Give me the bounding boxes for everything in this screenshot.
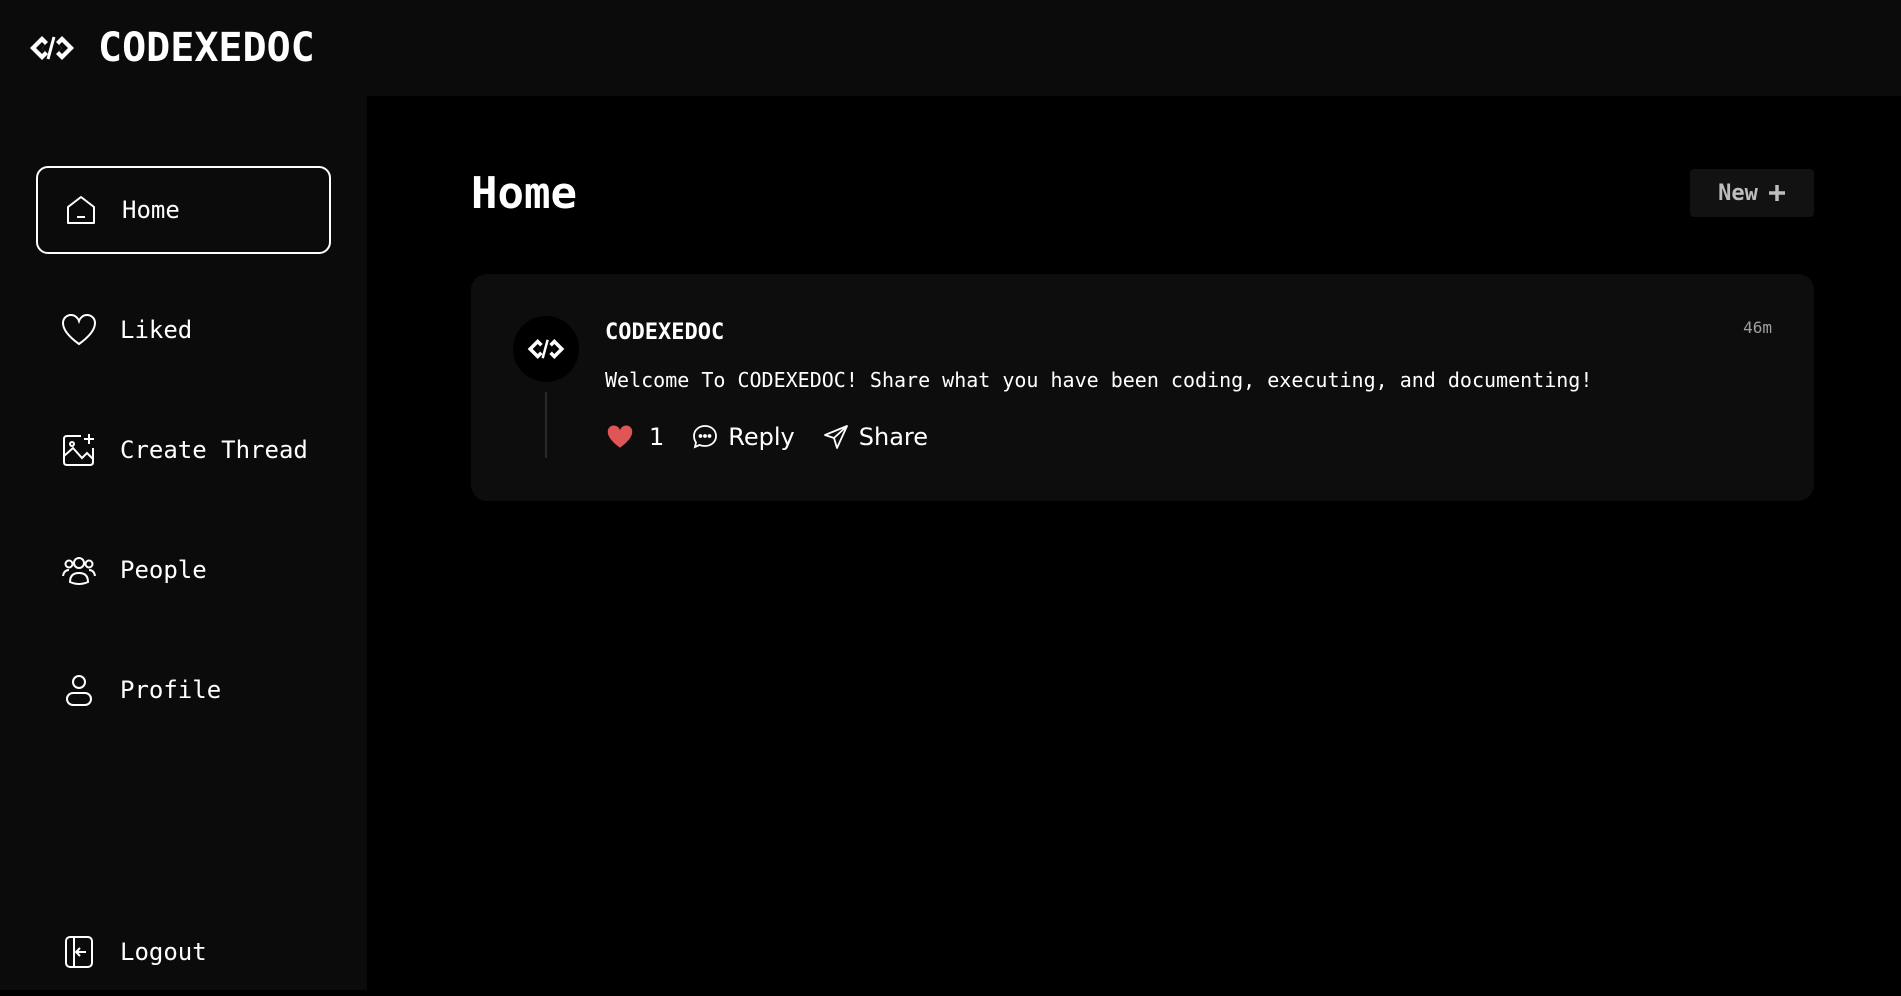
thread-line <box>545 392 547 458</box>
plus-icon <box>1768 179 1786 207</box>
share-button[interactable]: Share <box>821 422 928 452</box>
people-icon <box>60 551 98 589</box>
thread-content: Welcome To CODEXEDOC! Share what you hav… <box>605 368 1593 392</box>
sidebar-item-label: Home <box>122 196 180 224</box>
sidebar-item-create-thread[interactable]: Create Thread <box>36 406 331 494</box>
reply-button[interactable]: Reply <box>690 422 795 452</box>
main-content: Home New CODEXEDOC 46m Welcome To CODEXE… <box>367 96 1901 990</box>
sidebar-item-home[interactable]: Home <box>36 166 331 254</box>
like-count: 1 <box>649 423 665 451</box>
thread-actions: 1 Reply Share <box>605 422 928 452</box>
thread-author[interactable]: CODEXEDOC <box>605 320 724 345</box>
sidebar-item-label: Create Thread <box>120 436 308 464</box>
reply-label: Reply <box>728 423 795 451</box>
share-label: Share <box>858 423 929 451</box>
logo-icon[interactable] <box>26 30 78 66</box>
sidebar-item-profile[interactable]: Profile <box>36 646 331 734</box>
chat-bubble-icon <box>690 422 720 452</box>
image-plus-icon <box>60 431 98 469</box>
sidebar-item-label: Liked <box>120 316 193 344</box>
user-icon <box>60 671 98 709</box>
home-icon <box>62 191 100 229</box>
sidebar: Home Liked Create Thread People Profile … <box>0 96 367 990</box>
sidebar-item-liked[interactable]: Liked <box>36 286 331 374</box>
logout-icon <box>60 933 98 971</box>
top-bar: CODEXEDOC <box>0 0 1901 96</box>
send-icon <box>821 422 851 452</box>
brand-name[interactable]: CODEXEDOC <box>98 25 315 71</box>
logout-button[interactable]: Logout <box>36 908 331 996</box>
page-title: Home <box>471 168 577 219</box>
avatar[interactable] <box>513 316 579 382</box>
sidebar-item-people[interactable]: People <box>36 526 331 614</box>
logout-label: Logout <box>120 938 207 966</box>
like-button[interactable]: 1 <box>605 422 690 452</box>
sidebar-item-label: People <box>120 556 207 584</box>
heart-filled-icon <box>605 422 635 452</box>
new-button-label: New <box>1718 180 1758 206</box>
new-thread-button[interactable]: New <box>1690 169 1814 217</box>
sidebar-item-label: Profile <box>120 676 222 704</box>
thread-time: 46m <box>1743 318 1772 337</box>
thread-card[interactable]: CODEXEDOC 46m Welcome To CODEXEDOC! Shar… <box>471 274 1814 501</box>
heart-icon <box>60 311 98 349</box>
